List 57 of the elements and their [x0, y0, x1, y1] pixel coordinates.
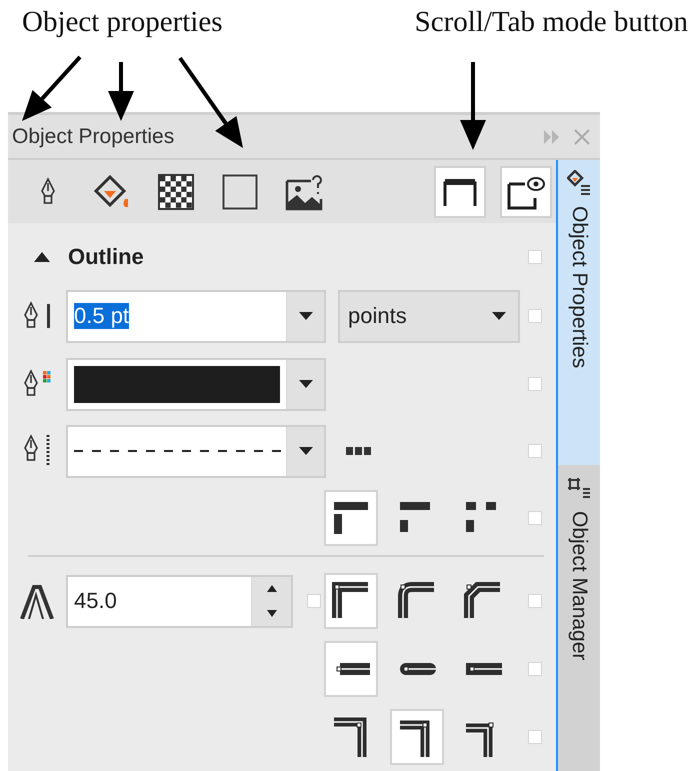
style-option-button[interactable]	[324, 641, 378, 697]
section-title: Outline	[68, 244, 145, 270]
image-icon	[285, 172, 323, 210]
color-picker[interactable]	[66, 358, 326, 410]
line-style-icon	[22, 434, 52, 468]
checkbox[interactable]	[528, 594, 542, 608]
style-option-button[interactable]	[324, 573, 378, 629]
panel-title: Object Properties	[12, 124, 176, 148]
checkbox[interactable]	[528, 662, 542, 676]
mode-button[interactable]	[434, 166, 486, 218]
arrow	[108, 62, 134, 121]
miter-limit-field[interactable]: 45.0	[66, 574, 293, 628]
solid-corner-icon	[332, 500, 370, 536]
checkbox[interactable]	[528, 730, 542, 744]
checkbox[interactable]	[528, 309, 542, 323]
tab-frame-icon	[443, 176, 477, 206]
side-tab[interactable]: Object Properties	[558, 160, 600, 465]
checkbox[interactable]	[528, 511, 542, 525]
collapse-icon[interactable]	[34, 252, 50, 262]
up-caret-icon	[266, 585, 276, 592]
dots-icon	[346, 447, 372, 455]
width-combo-box[interactable]: 0.5 pt	[66, 290, 326, 342]
properties-icon	[567, 170, 591, 198]
checkbox[interactable]	[528, 377, 542, 391]
caret-icon	[492, 312, 506, 320]
arrow	[22, 56, 82, 121]
units-dropdown[interactable]: points	[338, 290, 520, 342]
fill-bucket-icon	[94, 174, 130, 208]
down-caret-icon	[266, 610, 276, 617]
dropdown-button[interactable]	[286, 360, 324, 408]
miter-angle-icon	[19, 583, 55, 619]
checkbox[interactable]	[528, 444, 542, 458]
miter-corner-icon	[332, 582, 370, 620]
miter-limit-value: 45.0	[73, 587, 118, 615]
square-cap-icon	[464, 661, 502, 677]
annotation-label: Object properties	[22, 6, 223, 39]
outline-color-icon	[22, 369, 52, 399]
checkbox[interactable]	[307, 594, 321, 608]
caret-icon	[298, 312, 312, 320]
square-icon	[222, 174, 258, 210]
caret-icon	[298, 380, 312, 388]
style-option-button[interactable]	[324, 490, 378, 546]
width-value: 0.5 pt	[73, 302, 130, 331]
pen-nib-icon	[38, 176, 58, 206]
round-cap-icon	[398, 661, 436, 677]
dropdown-button[interactable]	[286, 426, 324, 476]
annotation-label: Scroll/Tab mode button	[414, 6, 688, 39]
round-corner-icon	[398, 582, 436, 620]
caret-icon	[298, 447, 312, 455]
side-tab[interactable]: Object Manager	[558, 465, 600, 771]
checkerboard-icon	[158, 174, 194, 210]
dropdown-button[interactable]	[286, 292, 324, 340]
outline-width-icon	[22, 301, 52, 331]
bevel-corner-icon	[464, 582, 502, 620]
style-option-button[interactable]	[390, 709, 444, 765]
checkbox[interactable]	[528, 250, 542, 264]
mode-button[interactable]	[500, 166, 552, 218]
